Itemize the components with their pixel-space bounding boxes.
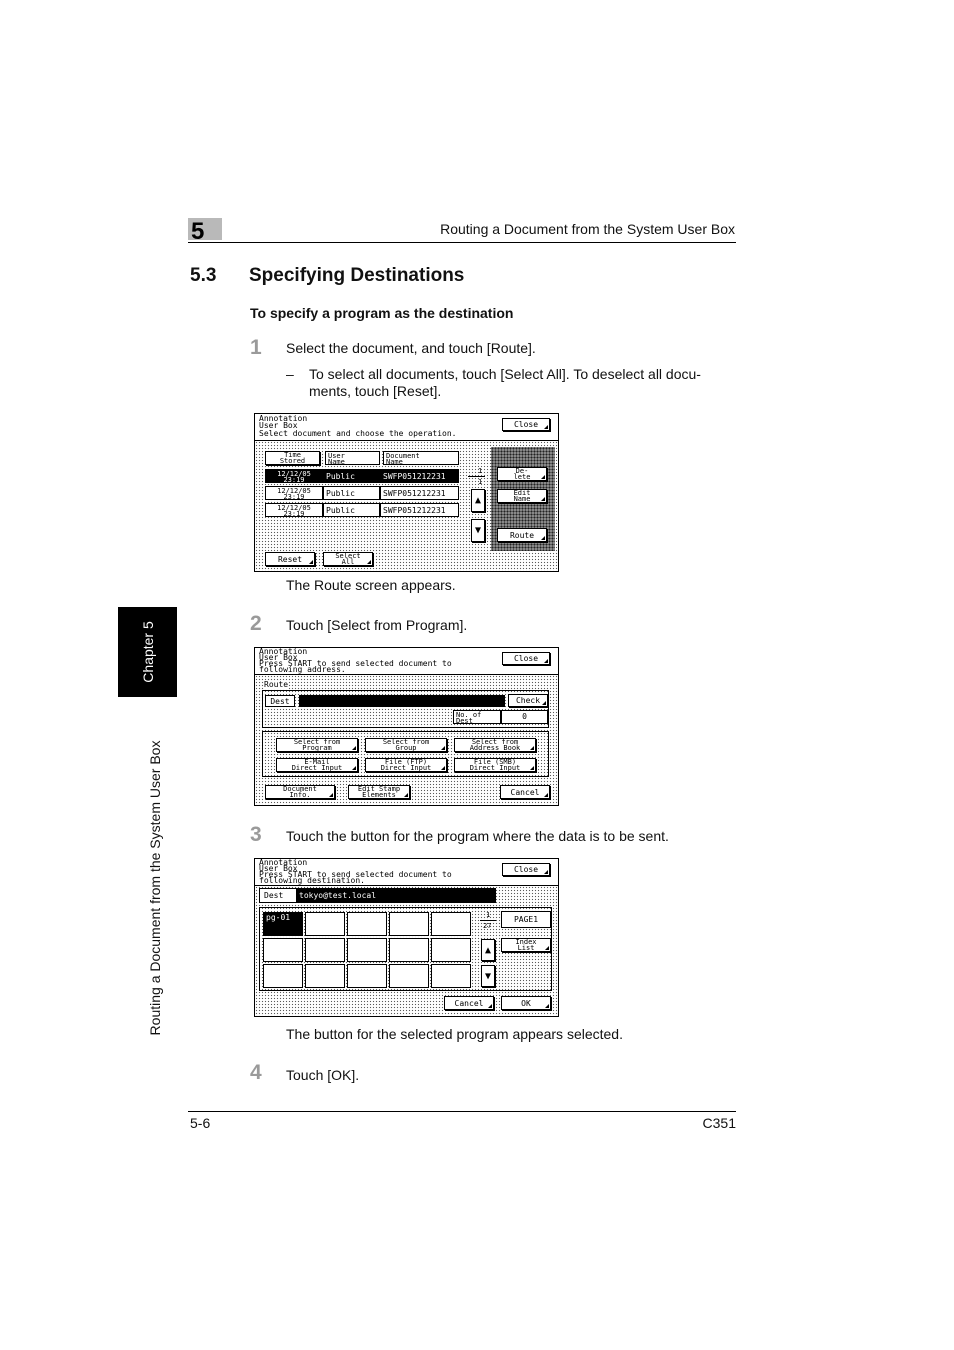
document-info-button[interactable]: Document Info. — [265, 785, 335, 799]
result-text: The Route screen appears. — [286, 577, 456, 593]
program-button[interactable] — [347, 912, 387, 936]
select-all-button[interactable]: Select All — [323, 552, 373, 566]
step-text: Touch [OK]. — [286, 1067, 360, 1083]
select-from-address-book-button[interactable]: Select from Address Book — [454, 738, 536, 752]
page-indicator-current: 1 — [478, 467, 483, 475]
page-divider — [468, 476, 485, 477]
close-button[interactable]: Close — [502, 418, 550, 431]
route-label: Route — [264, 680, 289, 689]
program-button[interactable] — [389, 964, 429, 988]
page-divider — [480, 920, 496, 921]
number-of-dest-label: No. of Dest — [453, 710, 501, 724]
user-box-screen: Annotation User Box Select document and … — [254, 413, 559, 572]
program-button[interactable] — [263, 964, 303, 988]
bullet-dash: – — [286, 366, 294, 382]
select-from-program-button[interactable]: Select from Program — [276, 738, 358, 752]
step-text: Touch [Select from Program]. — [286, 617, 468, 633]
step-number: 3 — [250, 823, 262, 846]
delete-button[interactable]: De-lete — [497, 467, 547, 481]
section-title: 5.3 Specifying Destinations — [190, 265, 465, 286]
scroll-down-arrow-icon[interactable]: ▼ — [481, 965, 495, 987]
email-direct-input-button[interactable]: E-Mail Direct Input — [276, 758, 358, 772]
page-label: PAGE1 — [501, 911, 551, 928]
cancel-button[interactable]: Cancel — [500, 785, 550, 799]
ftp-direct-input-button[interactable]: File (FTP) Direct Input — [365, 758, 447, 772]
program-button[interactable] — [431, 912, 471, 936]
program-button[interactable] — [263, 938, 303, 962]
ok-button[interactable]: OK — [501, 996, 551, 1010]
route-button[interactable]: Route — [497, 528, 547, 542]
route-screen: Annotation User Box Press START to send … — [254, 647, 559, 806]
dest-label: Dest — [265, 695, 295, 707]
cancel-button[interactable]: Cancel — [444, 996, 494, 1010]
chapter-number-badge: 5 — [188, 218, 222, 244]
program-button[interactable] — [431, 938, 471, 962]
reset-button[interactable]: Reset — [265, 552, 315, 566]
edit-name-button[interactable]: Edit Name — [497, 489, 547, 503]
column-document-name: Document Name — [383, 451, 459, 465]
chapter-tab: Chapter 5 — [118, 607, 177, 697]
side-running-title: Routing a Document from the System User … — [147, 740, 163, 1036]
program-button[interactable] — [347, 938, 387, 962]
column-user-name: User Name — [325, 451, 380, 465]
dest-label: Dest — [259, 888, 297, 903]
operation-panel: De-lete Edit Name Route — [491, 447, 555, 551]
bullet-text: To select all documents, touch [Select A… — [309, 366, 701, 382]
close-button[interactable]: Close — [502, 652, 550, 665]
close-button[interactable]: Close — [502, 863, 550, 876]
step-number: 2 — [250, 612, 262, 635]
dest-field[interactable] — [299, 695, 505, 707]
subheading: To specify a program as the destination — [250, 305, 514, 321]
step-number: 4 — [250, 1061, 262, 1084]
bullet-text-cont: ments, touch [Reset]. — [309, 383, 442, 399]
number-of-dest-value: 0 — [501, 710, 548, 724]
program-button-selected[interactable]: pg-01 — [263, 912, 303, 936]
edit-stamp-elements-button[interactable]: Edit Stamp Elements — [348, 785, 410, 799]
dest-value: tokyo@test.local — [297, 888, 496, 903]
footer-rule — [188, 1111, 736, 1112]
page-indicator-current: 1 — [486, 911, 491, 919]
page-indicator-total: 27 — [483, 922, 492, 930]
program-select-screen: Annotation User Box Press START to send … — [254, 858, 559, 1017]
program-button[interactable] — [389, 938, 429, 962]
title-bar: Annotation User Box Press START to send … — [255, 648, 558, 675]
result-text: The button for the selected program appe… — [286, 1026, 623, 1042]
select-from-group-button[interactable]: Select from Group — [365, 738, 447, 752]
title-bar: Annotation User Box Press START to send … — [255, 859, 558, 886]
program-button[interactable] — [431, 964, 471, 988]
step-text: Select the document, and touch [Route]. — [286, 340, 536, 356]
page-indicator-total: 1 — [478, 478, 483, 486]
check-button[interactable]: Check — [508, 694, 548, 707]
program-button[interactable] — [347, 964, 387, 988]
title-bar: Annotation User Box Select document and … — [255, 414, 558, 441]
scroll-up-arrow-icon[interactable]: ▲ — [471, 489, 485, 512]
model-name: C351 — [702, 1115, 736, 1131]
program-button[interactable] — [389, 912, 429, 936]
scroll-up-arrow-icon[interactable]: ▲ — [481, 939, 495, 961]
smb-direct-input-button[interactable]: File (SMB) Direct Input — [454, 758, 536, 772]
scroll-down-arrow-icon[interactable]: ▼ — [471, 519, 485, 542]
program-button[interactable] — [305, 964, 345, 988]
header-rule — [188, 242, 736, 243]
route-panel: Route Dest Check No. of Dest 0 Select fro… — [259, 678, 553, 782]
index-list-button[interactable]: Index List — [501, 938, 551, 952]
page-number: 5-6 — [190, 1115, 211, 1131]
program-button[interactable] — [305, 938, 345, 962]
sort-time-stored-button[interactable]: Time Stored — [265, 451, 320, 465]
step-number: 1 — [250, 336, 262, 359]
document-list: Time Stored User Name Document Name 12/12/0… — [262, 447, 485, 569]
running-title: Routing a Document from the System User … — [440, 221, 735, 237]
step-text: Touch the button for the program where t… — [286, 828, 669, 844]
program-button[interactable] — [305, 912, 345, 936]
